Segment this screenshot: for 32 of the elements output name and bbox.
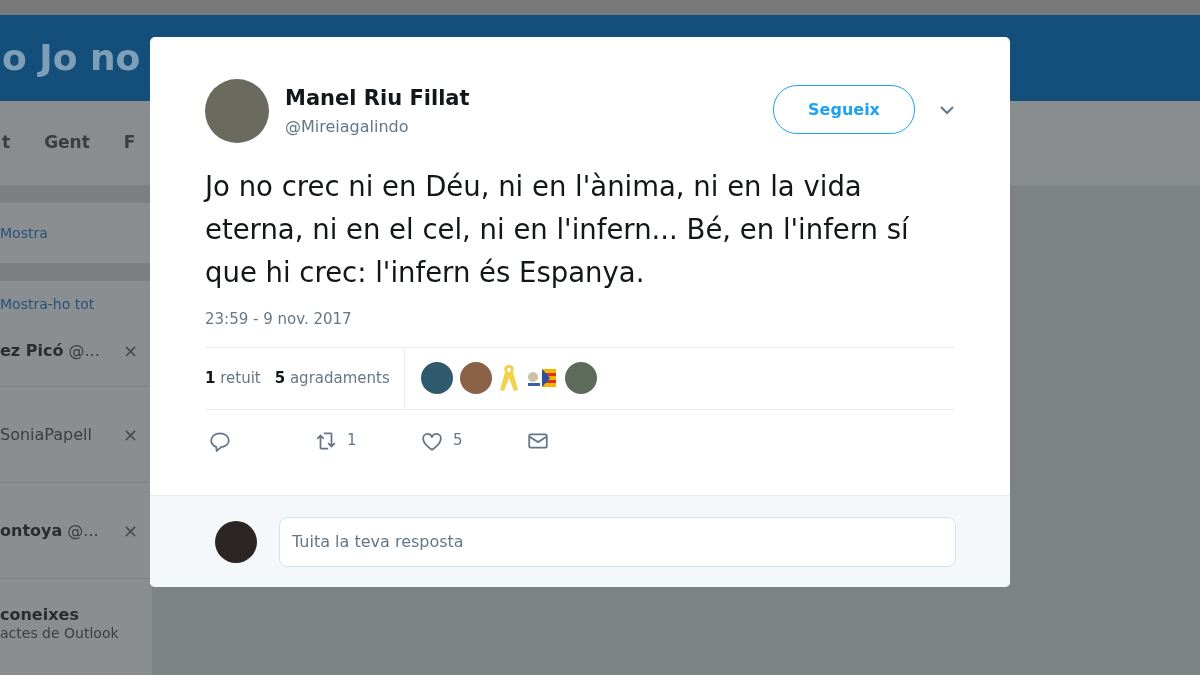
dismiss-button[interactable]: × bbox=[122, 337, 138, 364]
action-count: 5 bbox=[453, 430, 463, 452]
tweet-text: Jo no crec ni en Déu, ni en l'ànima, ni en la vida eterna, ni en el cel, ni en l'infern... Bé, en l'infern sí que hi crec: l'infern és Espanya. bbox=[205, 169, 910, 290]
follow-button[interactable]: Segueix bbox=[773, 85, 915, 134]
suggested-account[interactable]: ez Picó @... bbox=[0, 338, 100, 363]
reply-icon[interactable] bbox=[209, 429, 231, 452]
author-name[interactable]: Manel Riu Fillat bbox=[285, 83, 470, 115]
suggested-account[interactable]: SoniaPapell bbox=[0, 422, 92, 447]
section-subtitle: actes de Outlook bbox=[0, 624, 120, 643]
nav-tab[interactable]: F bbox=[123, 130, 136, 156]
suggested-account[interactable]: ontoya @... bbox=[0, 518, 99, 543]
dismiss-button[interactable]: × bbox=[122, 517, 138, 544]
liker-avatar[interactable] bbox=[564, 362, 597, 394]
stat-count[interactable]: 5 agradaments bbox=[274, 366, 390, 390]
show-link[interactable]: Mostra bbox=[0, 222, 48, 244]
flag-icon[interactable] bbox=[525, 367, 558, 389]
stat-count[interactable]: 1 retuit bbox=[205, 366, 261, 390]
show-all-link[interactable]: Mostra-ho tot bbox=[0, 294, 95, 315]
section-title: coneixes bbox=[0, 605, 80, 624]
author-handle[interactable]: @Mireiagalindo bbox=[285, 114, 470, 139]
retweet-icon[interactable] bbox=[315, 429, 337, 452]
dismiss-button[interactable]: × bbox=[122, 421, 138, 448]
action-count: 1 bbox=[347, 430, 357, 452]
tweet-timestamp[interactable]: 23:59 - 9 nov. 2017 bbox=[205, 308, 955, 331]
liker-avatar[interactable] bbox=[420, 362, 453, 394]
page-title: o Jo no bbox=[2, 36, 141, 80]
user-avatar bbox=[215, 520, 257, 563]
reply-input-field[interactable]: Tuita la teva resposta bbox=[279, 516, 956, 567]
nav-tab[interactable]: Gent bbox=[44, 130, 90, 156]
chevron-icon[interactable] bbox=[939, 104, 955, 115]
liker-avatar[interactable] bbox=[459, 362, 492, 394]
nav-tab[interactable]: t bbox=[2, 130, 11, 156]
